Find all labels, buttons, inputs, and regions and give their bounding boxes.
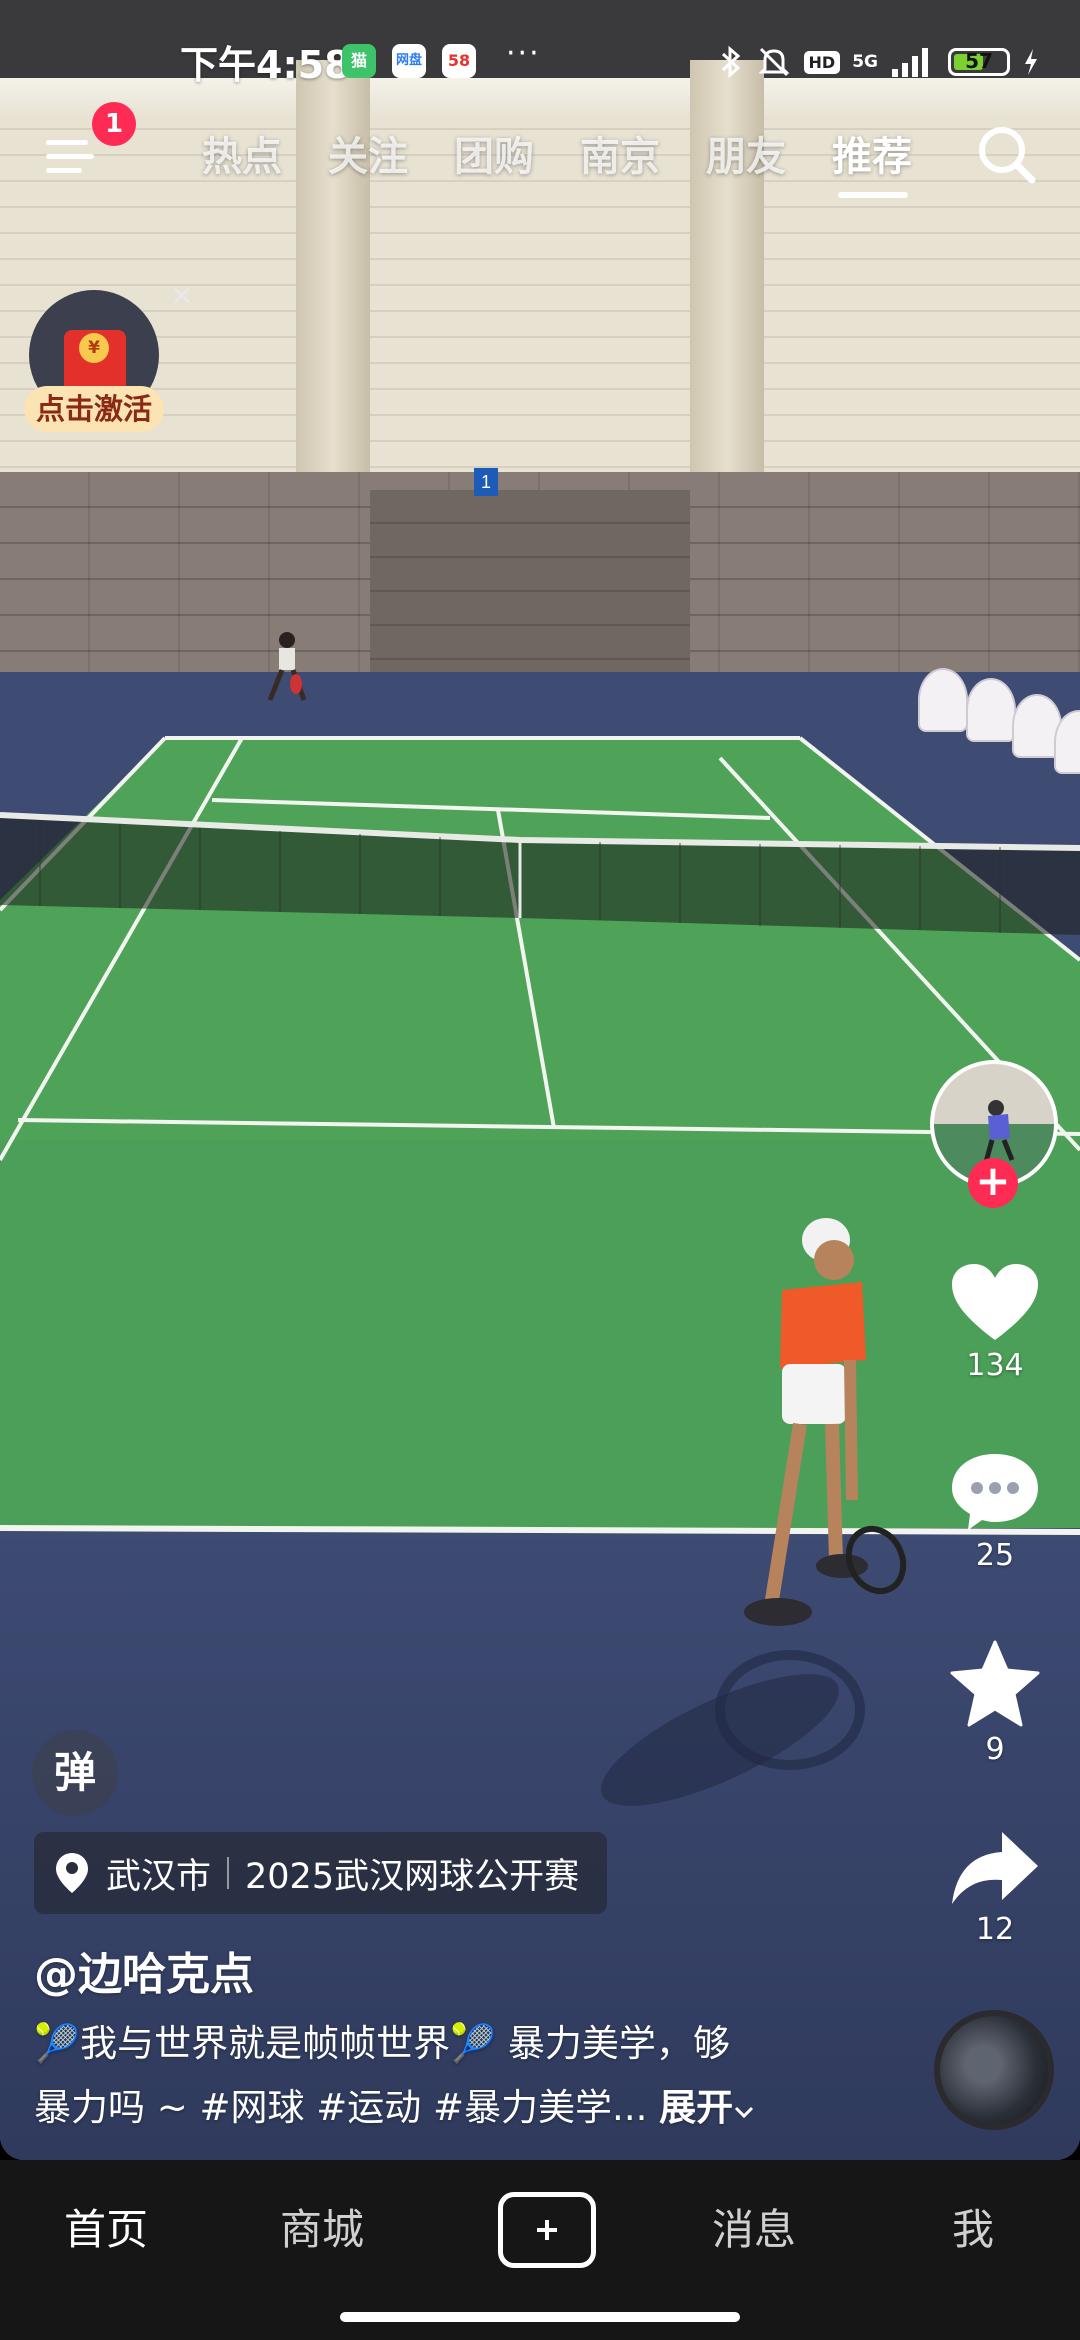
create-post-button[interactable] [498,2192,596,2268]
battery-icon: 57 [948,48,1010,76]
tab-nanjing[interactable]: 南京 [580,124,660,182]
status-bar: 下午4:58 猫 网盘 58 ··· HD 5G 57 [0,28,1080,94]
bluetooth-icon [721,45,740,79]
bottom-tab-bar: 首页 商城 消息 我 [0,2160,1080,2340]
hd-badge: HD [803,50,841,74]
more-notifications-icon: ··· [506,36,541,71]
red-packet-widget[interactable]: ¥ 点击激活 × [24,278,193,446]
chevron-down-icon [735,2106,754,2119]
comment-icon [952,1454,1038,1530]
search-icon[interactable] [972,120,1042,190]
expand-button[interactable]: 展开 [659,2086,755,2129]
heart-icon [952,1264,1038,1340]
tab-me[interactable]: 我 [952,2196,994,2257]
system-indicators: HD 5G 57 [718,40,1040,84]
author-name[interactable]: @边哈克点 [34,1938,254,2002]
close-icon[interactable]: × [170,278,193,311]
cloud-app-icon: 网盘 [392,44,426,78]
like-button[interactable]: 134 [940,1262,1050,1383]
share-count: 12 [975,1912,1015,1947]
description-line-2: 暴力吗 ~ #网球 #运动 #暴力美学... 展开 [34,2076,834,2140]
location-divider [227,1857,230,1889]
favorite-button[interactable]: 9 [940,1640,1050,1767]
danmaku-toggle[interactable]: 弹 [32,1730,118,1816]
top-navigation: 1 热点 关注 团购 南京 朋友 推荐 [0,102,1080,210]
far-player [267,632,307,701]
location-pin-icon [56,1853,88,1893]
activate-label[interactable]: 点击激活 [24,386,164,432]
58-app-icon: 58 [442,44,476,78]
location-city: 武汉市 [106,1856,212,1897]
tab-recommended[interactable]: 推荐 [832,124,912,182]
comment-count: 25 [975,1538,1015,1573]
menu-button[interactable] [46,130,102,180]
favorite-count: 9 [985,1732,1005,1767]
star-icon [950,1640,1040,1727]
tab-friends[interactable]: 朋友 [706,124,786,182]
location-event: 2025武汉网球公开赛 [245,1856,580,1897]
charging-icon [1025,49,1037,75]
signal-icon [892,48,928,77]
tab-home[interactable]: 首页 [64,2196,148,2257]
video-description[interactable]: 🎾我与世界就是帧帧世界🎾 暴力美学，够 暴力吗 ~ #网球 #运动 #暴力美学.… [34,2012,834,2140]
comment-button[interactable]: 25 [940,1450,1050,1573]
description-line: 🎾我与世界就是帧帧世界🎾 暴力美学，够 [34,2022,730,2065]
tab-hot[interactable]: 热点 [202,124,282,182]
follow-button[interactable]: + [968,1158,1018,1208]
active-tab-indicator [838,192,908,198]
mute-bell-icon [757,47,790,77]
douyin-screen: 1 下午4:58 猫 网盘 58 ··· HD 5G 57 1 热点 关注 团购… [0,0,1080,2340]
cat-app-icon: 猫 [342,44,376,78]
music-disc[interactable] [934,2010,1054,2130]
tab-mall[interactable]: 商城 [280,2196,364,2257]
network-type: 5G [852,52,878,72]
home-indicator[interactable] [340,2312,740,2322]
location-tag[interactable]: 武汉市 2025武汉网球公开赛 [34,1832,608,1914]
battery-level: 57 [965,49,993,73]
clock: 下午4:58 [180,43,351,87]
share-icon [952,1832,1038,1904]
notification-badge: 1 [92,102,136,146]
tab-group-buy[interactable]: 团购 [454,124,534,182]
court-shade [0,1140,1080,1528]
like-count: 134 [966,1348,1024,1383]
tab-messages[interactable]: 消息 [712,2196,796,2257]
share-button[interactable]: 12 [940,1828,1050,1947]
tab-following[interactable]: 关注 [328,124,408,182]
